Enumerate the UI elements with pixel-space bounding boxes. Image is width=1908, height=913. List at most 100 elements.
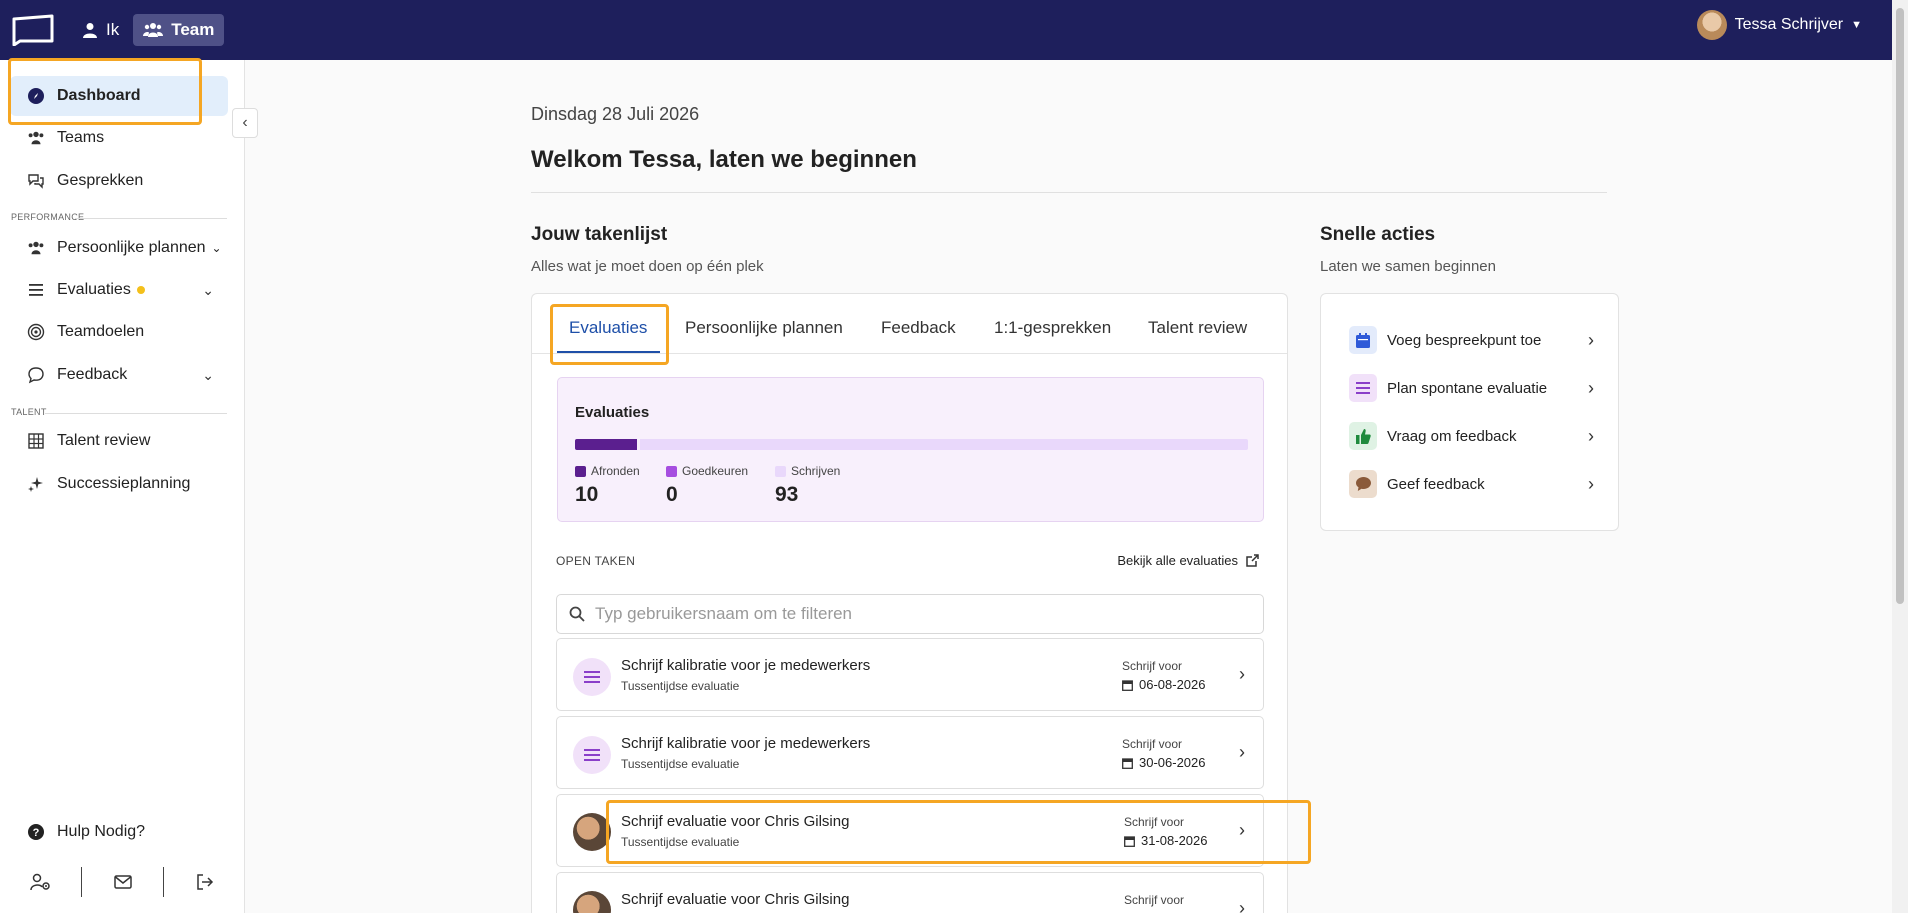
chevron-right-icon: › [1588,377,1594,398]
tasklist-subtitle: Alles wat je moet doen op één plek [531,258,764,275]
quick-action-plan-spontane-evaluatie[interactable]: Plan spontane evaluatie › [1349,373,1594,403]
chevron-down-icon[interactable]: ⌄ [212,241,222,255]
sidebar-item-successieplanning[interactable]: Successieplanning [10,464,228,504]
sidebar-item-label: Talent review [57,432,151,449]
chevron-down-icon[interactable]: ⌄ [202,282,214,299]
task-subtitle: Tussentijdse evaluatie [621,757,740,771]
tab-persoonlijke-plannen[interactable]: Persoonlijke plannen [685,318,843,338]
help-icon: ? [28,824,44,840]
task-row[interactable]: Schrijf kalibratie voor je medewerkers T… [556,638,1264,711]
help-link[interactable]: ? Hulp Nodig? [10,812,228,852]
external-link-icon [1246,554,1259,567]
quick-action-geef-feedback[interactable]: Geef feedback › [1349,469,1594,499]
search-input[interactable] [595,604,1195,624]
users-icon [28,241,44,255]
collapse-sidebar-button[interactable]: ‹ [232,108,258,138]
chevron-right-icon: › [1588,425,1594,446]
quick-action-vraag-om-feedback[interactable]: Vraag om feedback › [1349,421,1594,451]
sidebar-item-feedback[interactable]: Feedback ⌄ [10,355,228,395]
users-icon [28,131,44,145]
legend-swatch [666,465,677,477]
user-menu[interactable]: Tessa Schrijver ▼ [1696,10,1862,40]
scrollbar-thumb[interactable] [1896,8,1904,604]
tasklist-tabs: Evaluaties Persoonlijke plannen Feedback… [532,294,1287,354]
open-tasks-label: OPEN TAKEN [556,554,636,568]
task-due-label: Schrijf voor [1124,815,1185,829]
search-field [556,594,1264,634]
evaluations-progress-bar [575,439,1248,450]
sidebar-item-label: Persoonlijke plannen [57,239,206,256]
evaluations-summary: Evaluaties Afronden 10 Goedkeuren 0 Schr… [557,377,1264,522]
tab-1-1-gesprekken[interactable]: 1:1-gesprekken [994,318,1111,338]
task-due-date: 30-06-2026 [1122,755,1206,770]
chevron-right-icon: › [1239,742,1245,762]
user-name: Tessa Schrijver [1734,16,1844,33]
nav-ik-button[interactable]: Ik [72,14,129,46]
app-logo-icon[interactable] [10,14,56,46]
list-icon [1349,374,1377,402]
task-row[interactable]: Schrijf evaluatie voor Chris Gilsing Sch… [556,872,1264,913]
sidebar-item-persoonlijke-plannen[interactable]: Persoonlijke plannen ⌄ [10,228,228,268]
legend-label: Schrijven [791,464,841,478]
sidebar-item-teams[interactable]: Teams [10,118,228,158]
tab-talent-review[interactable]: Talent review [1148,318,1247,338]
speech-bubble-icon [28,367,44,384]
legend-goedkeuren: Goedkeuren [666,464,748,478]
task-row[interactable]: Schrijf evaluatie voor Chris Gilsing Tus… [556,794,1264,867]
quick-actions-card: Voeg bespreekpunt toe › Plan spontane ev… [1320,293,1619,531]
chat-bubbles-icon [28,174,44,189]
page-scrollbar[interactable] [1892,0,1908,913]
svg-text:?: ? [33,827,40,839]
calendar-icon [1122,757,1133,769]
view-all-evaluations-link[interactable]: Bekijk alle evaluaties [1117,553,1259,568]
task-due-date-value: 30-06-2026 [1139,755,1206,770]
task-title: Schrijf evaluatie voor Chris Gilsing [621,813,850,830]
sidebar-item-dashboard[interactable]: Dashboard [10,76,228,116]
task-title: Schrijf kalibratie voor je medewerkers [621,657,871,674]
active-tab-indicator [557,351,660,353]
section-label-talent: TALENT [11,407,47,417]
user-icon [83,23,97,38]
user-settings-button[interactable] [0,857,81,907]
caret-down-icon: ▼ [1851,19,1862,31]
task-row[interactable]: Schrijf kalibratie voor je medewerkers T… [556,716,1264,789]
task-due-label: Schrijf voor [1124,893,1185,907]
sidebar-item-label: Dashboard [57,87,141,104]
tab-evaluaties[interactable]: Evaluaties [569,318,647,338]
quick-action-label: Geef feedback [1387,475,1485,493]
quick-action-voeg-bespreekpunt-toe[interactable]: Voeg bespreekpunt toe › [1349,325,1594,355]
sidebar-item-label: Feedback [57,366,128,383]
task-due-label: Schrijf voor [1122,737,1183,751]
quick-actions-subtitle: Laten we samen beginnen [1320,258,1496,275]
nav-team-button[interactable]: Team [133,14,225,46]
chevron-left-icon: ‹ [242,114,248,131]
legend-label: Goedkeuren [682,464,749,478]
logout-button[interactable] [164,857,245,907]
section-label-performance: PERFORMANCE [11,212,85,222]
envelope-icon [113,875,132,889]
nav-team-label: Team [171,20,215,39]
evaluations-progress-fill [575,439,641,450]
page-title: Welkom Tessa, laten we beginnen [531,146,917,173]
notification-dot [136,286,145,294]
messages-button[interactable] [82,857,163,907]
calendar-icon [1349,326,1377,354]
legend-swatch [775,465,786,477]
search-icon [569,606,585,622]
target-icon [27,323,45,341]
sidebar-item-talent-review[interactable]: Talent review [10,421,228,461]
sidebar-item-gesprekken[interactable]: Gesprekken [10,161,228,201]
tab-feedback[interactable]: Feedback [881,318,956,338]
sidebar-item-label: Teams [57,129,105,146]
sidebar-item-teamdoelen[interactable]: Teamdoelen [10,312,228,352]
quick-action-label: Plan spontane evaluatie [1387,379,1548,397]
avatar [573,891,611,913]
task-type-icon [573,736,611,774]
sidebar-item-evaluaties[interactable]: Evaluaties ⌄ [10,270,228,310]
calendar-icon [1124,835,1135,847]
task-subtitle: Tussentijdse evaluatie [621,835,740,849]
chevron-down-icon[interactable]: ⌄ [202,367,214,384]
avatar [1696,10,1727,40]
chevron-right-icon: › [1239,664,1245,684]
sidebar-item-label: Successieplanning [57,475,191,492]
